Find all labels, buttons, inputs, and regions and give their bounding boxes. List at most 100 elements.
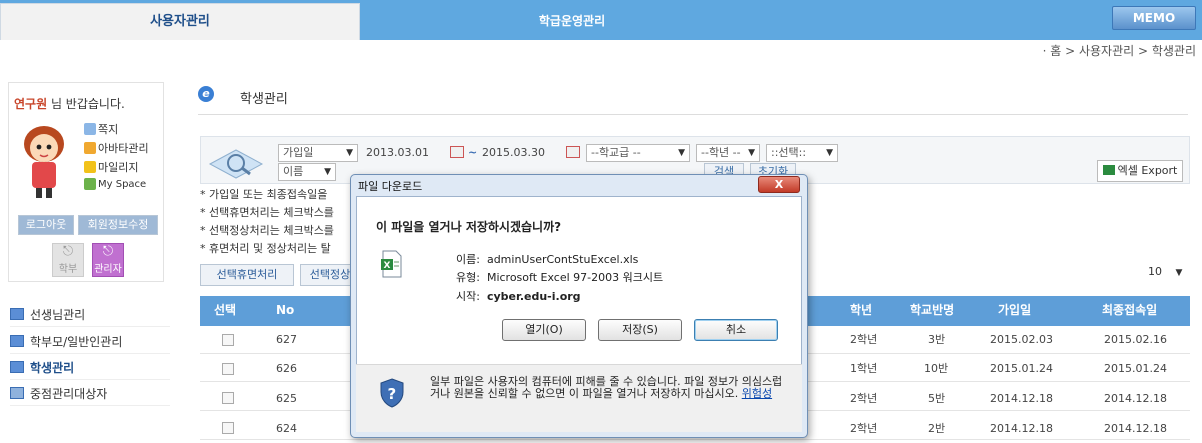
- edit-profile-button[interactable]: 회원정보수정: [78, 215, 158, 235]
- save-button[interactable]: 저장(S): [598, 319, 682, 341]
- row-checkbox[interactable]: [222, 363, 234, 375]
- cell-joined: 2015.02.03: [990, 333, 1053, 346]
- nav-teacher[interactable]: 선생님관리: [10, 302, 170, 327]
- role-admin-button[interactable]: ⎋ 관리자: [92, 243, 124, 277]
- school-level-select[interactable]: --학교급 -- ▼: [586, 144, 690, 162]
- page-size-select[interactable]: 10 ▼: [1148, 262, 1190, 282]
- message-icon: [84, 123, 96, 135]
- excel-icon: [1102, 165, 1115, 175]
- svg-text:?: ?: [388, 385, 397, 403]
- excel-file-icon: X: [381, 250, 402, 278]
- open-button[interactable]: 열기(O): [502, 319, 586, 341]
- cell-last-login: 2015.02.16: [1104, 333, 1167, 346]
- cell-class: 5반: [928, 392, 946, 405]
- cell-class: 10반: [924, 362, 949, 375]
- col-joined[interactable]: 가입일: [998, 296, 1031, 326]
- cell-class: 2반: [928, 422, 946, 435]
- date-type-select[interactable]: 가입일 ▼: [278, 144, 358, 162]
- chevron-down-icon: ▼: [748, 148, 755, 158]
- avatar-icon: [84, 142, 96, 154]
- set-dormant-button[interactable]: 선택휴면처리: [200, 264, 294, 286]
- cell-no: 626: [276, 362, 297, 375]
- shield-warning-icon: ?: [380, 378, 404, 408]
- file-type-value: Microsoft Excel 97-2003 워크시트: [486, 271, 664, 284]
- tab-user-management[interactable]: 사용자관리: [0, 3, 360, 40]
- cell-last-login: 2015.01.24: [1104, 362, 1167, 375]
- nav-student[interactable]: 학생관리: [10, 355, 170, 380]
- nav-teacher-label: 선생님관리: [30, 307, 86, 322]
- dialog-title: 파일 다운로드: [358, 180, 423, 193]
- col-last-login[interactable]: 최종접속일: [1102, 296, 1157, 326]
- quick-mileage-label: 마일리지: [98, 161, 139, 174]
- date-from-input[interactable]: 2013.03.01: [366, 144, 429, 162]
- folder-icon: [10, 361, 24, 373]
- note-line: * 선택정상처리는 체크박스를: [200, 224, 334, 237]
- cell-no: 627: [276, 333, 297, 346]
- lock-icon: ⎋: [62, 244, 74, 259]
- page-title: 학생관리: [240, 92, 288, 107]
- school-level-value: --학교급 --: [591, 146, 641, 159]
- chevron-down-icon: ▼: [678, 148, 685, 158]
- folder-icon: [10, 308, 24, 320]
- tab-class-management[interactable]: 학급운영관리: [362, 3, 782, 40]
- date-to-input[interactable]: 2015.03.30: [482, 144, 545, 162]
- file-name-row: 이름: adminUserContStuExcel.xls: [456, 251, 638, 267]
- quick-message[interactable]: 쪽지: [84, 121, 118, 137]
- nav-focus-target-label: 중점관리대상자: [30, 386, 108, 401]
- row-checkbox[interactable]: [222, 392, 234, 404]
- chevron-down-icon: ▼: [346, 148, 353, 158]
- col-no[interactable]: No: [276, 296, 294, 326]
- file-type-row: 유형: Microsoft Excel 97-2003 워크시트: [456, 269, 663, 285]
- cell-joined: 2015.01.24: [990, 362, 1053, 375]
- role-parent-button[interactable]: ⎋ 학부: [52, 243, 84, 277]
- file-type-label: 유형:: [456, 271, 480, 284]
- quick-mileage[interactable]: 마일리지: [84, 159, 138, 175]
- title-divider: [198, 114, 1188, 115]
- option-value: ::선택::: [771, 146, 807, 159]
- dialog-close-button[interactable]: X: [758, 176, 800, 193]
- dialog-question: 이 파일을 열거나 저장하시겠습니까?: [376, 220, 562, 234]
- cell-grade: 2학년: [850, 333, 878, 346]
- welcome-text: 님 반갑습니다.: [47, 97, 125, 111]
- chevron-down-icon: ▼: [1175, 268, 1183, 278]
- col-class[interactable]: 학교반명: [910, 296, 954, 326]
- dialog-warning: 일부 파일은 사용자의 컴퓨터에 피해를 줄 수 있습니다. 파일 정보가 의심…: [430, 376, 790, 400]
- nav-parent[interactable]: 학부모/일반인관리: [10, 329, 170, 354]
- row-checkbox[interactable]: [222, 334, 234, 346]
- col-grade[interactable]: 학년: [850, 296, 872, 326]
- grade-select[interactable]: --학년 -- ▼: [696, 144, 760, 162]
- avatar: [24, 126, 64, 198]
- cell-last-login: 2014.12.18: [1104, 392, 1167, 405]
- chevron-down-icon: ▼: [826, 148, 833, 158]
- mileage-icon: [84, 161, 96, 173]
- cancel-button[interactable]: 취소: [694, 319, 778, 341]
- quick-myspace[interactable]: My Space: [84, 178, 146, 190]
- page-size-value: 10: [1148, 265, 1162, 278]
- file-name-label: 이름:: [456, 253, 480, 266]
- option-select[interactable]: ::선택:: ▼: [766, 144, 838, 162]
- risk-link[interactable]: 위험성: [742, 387, 772, 400]
- role-admin-label: 관리자: [94, 264, 122, 275]
- row-checkbox[interactable]: [222, 422, 234, 434]
- excel-export-button[interactable]: 엑셀 Export: [1097, 160, 1183, 182]
- note-line: * 가입일 또는 최종접속일을: [200, 188, 328, 201]
- quick-avatar[interactable]: 아바타관리: [84, 140, 149, 156]
- nav-student-label: 학생관리: [30, 360, 75, 375]
- cell-grade: 2학년: [850, 392, 878, 405]
- nav-focus-target[interactable]: 중점관리대상자: [10, 381, 170, 406]
- role-parent-label: 학부: [58, 264, 78, 275]
- quick-avatar-label: 아바타관리: [98, 142, 149, 155]
- date-type-value: 가입일: [283, 146, 314, 159]
- logout-button[interactable]: 로그아웃: [18, 215, 74, 235]
- name-type-select[interactable]: 이름 ▼: [278, 163, 336, 181]
- cell-last-login: 2014.12.18: [1104, 422, 1167, 435]
- note-line: * 휴면처리 및 정상처리는 탈: [200, 242, 331, 255]
- cell-no: 624: [276, 422, 297, 435]
- memo-button[interactable]: MEMO: [1112, 6, 1196, 30]
- calendar-icon[interactable]: [566, 146, 580, 158]
- magnifier-icon: [208, 149, 264, 179]
- folder-icon: [10, 335, 24, 347]
- cell-joined: 2014.12.18: [990, 422, 1053, 435]
- col-select: 선택: [214, 303, 237, 317]
- calendar-icon[interactable]: [450, 146, 464, 158]
